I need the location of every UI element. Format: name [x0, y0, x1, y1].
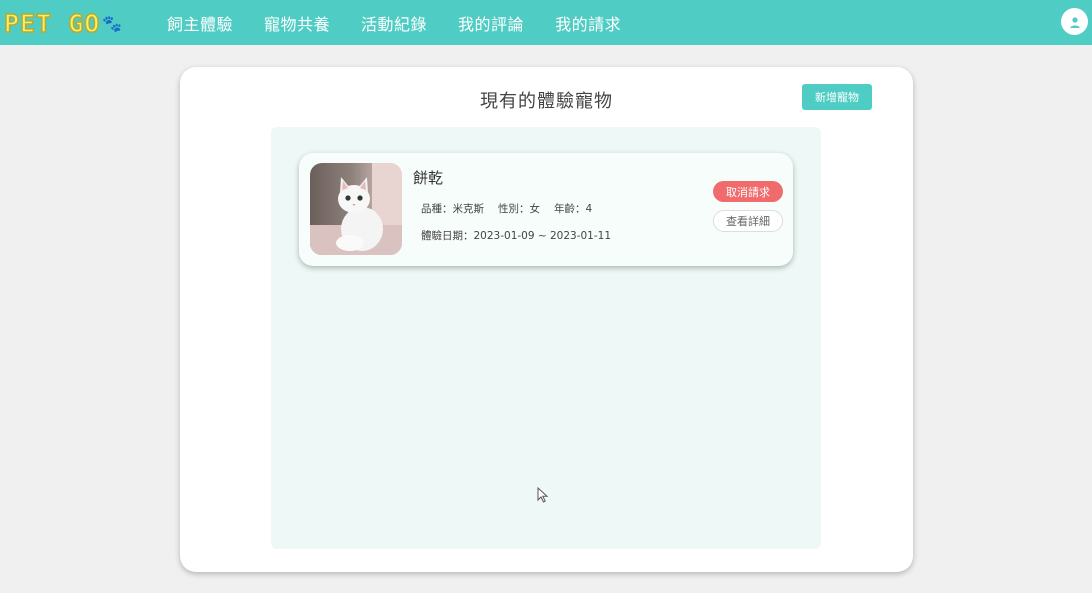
pet-card: 餅乾 品種：米克斯 性別：女 年齡：4 體驗日期：2023-01-09 ~ 20…	[299, 153, 793, 266]
user-icon	[1069, 16, 1080, 28]
nav-link-my-reviews[interactable]: 我的評論	[458, 11, 524, 35]
logo[interactable]: PET GO 🐾	[3, 8, 124, 39]
logo-text: PET GO	[3, 8, 101, 39]
view-details-button[interactable]: 查看詳細	[713, 210, 783, 232]
mouse-cursor-icon	[537, 487, 549, 503]
pet-gender: 性別：女	[498, 203, 540, 215]
pet-date: 體驗日期：2023-01-09 ~ 2023-01-11	[421, 230, 612, 242]
avatar[interactable]	[1061, 8, 1088, 35]
nav-link-pet-co-raising[interactable]: 寵物共養	[264, 11, 330, 35]
pet-breed: 品種：米克斯	[421, 203, 484, 215]
nav-links: 飼主體驗 寵物共養 活動紀錄 我的評論 我的請求	[167, 0, 652, 45]
pet-list: 餅乾 品種：米克斯 性別：女 年齡：4 體驗日期：2023-01-09 ~ 20…	[271, 127, 821, 549]
nav-link-owner-experience[interactable]: 飼主體驗	[167, 11, 233, 35]
paw-icon: 🐾	[102, 13, 124, 33]
top-navbar: PET GO 🐾 飼主體驗 寵物共養 活動紀錄 我的評論 我的請求	[0, 0, 1092, 45]
cat-image	[310, 163, 402, 255]
nav-link-my-requests[interactable]: 我的請求	[555, 11, 621, 35]
pet-age: 年齡：4	[554, 203, 593, 215]
nav-link-activity-log[interactable]: 活動紀錄	[361, 11, 427, 35]
pet-info: 品種：米克斯 性別：女 年齡：4	[421, 201, 606, 216]
add-pet-button[interactable]: 新增寵物	[802, 84, 872, 110]
pet-photo	[310, 163, 402, 255]
cancel-request-button[interactable]: 取消請求	[713, 181, 783, 202]
pet-name: 餅乾	[413, 169, 444, 187]
